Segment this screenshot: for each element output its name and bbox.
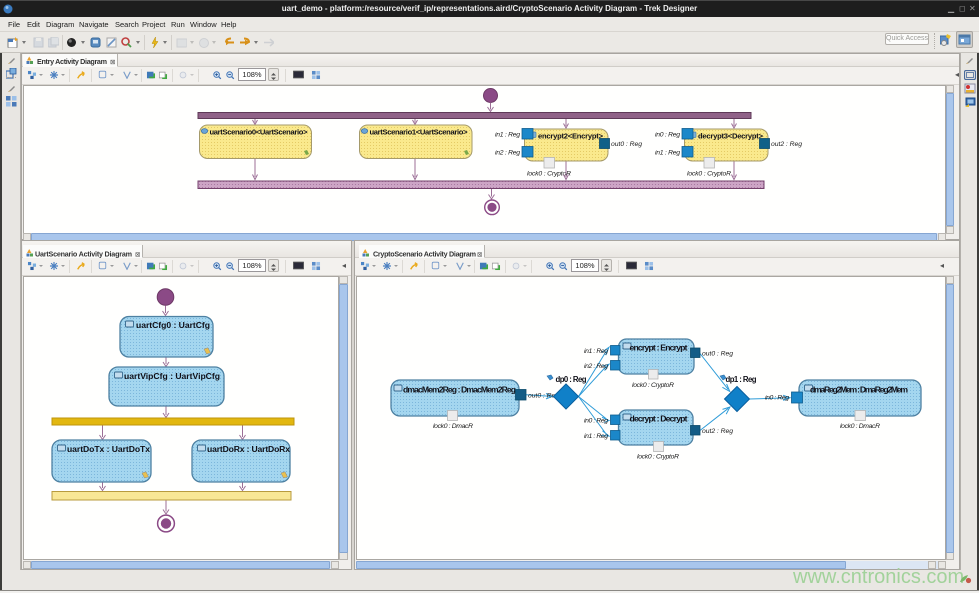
svg-text:uartScenario0<UartScenario>: uartScenario0<UartScenario>: [210, 128, 309, 137]
svg-text:lock0 : DmacR: lock0 : DmacR: [840, 423, 880, 430]
svg-text:decrypt : Decrypt: decrypt : Decrypt: [630, 414, 688, 424]
svg-text:out0 : Reg: out0 : Reg: [702, 351, 733, 358]
svg-text:in1 : Reg: in1 : Reg: [655, 150, 680, 157]
svg-text:encrypt2<Encrypt>: encrypt2<Encrypt>: [538, 132, 604, 141]
svg-text:encrypt : Encrypt: encrypt : Encrypt: [630, 343, 688, 353]
svg-text:dmaReg2Mem : DmaReg2Mem: dmaReg2Mem : DmaReg2Mem: [810, 385, 908, 395]
svg-text:out2 : Reg: out2 : Reg: [702, 428, 733, 435]
svg-text:in2 : Reg: in2 : Reg: [584, 363, 608, 370]
svg-text:uartDoTx : UartDoTx: uartDoTx : UartDoTx: [67, 444, 150, 454]
svg-text:in1 : Reg: in1 : Reg: [495, 132, 520, 139]
svg-text:⊠: ⊠: [110, 59, 116, 66]
svg-text:lock0 : CryptoR: lock0 : CryptoR: [632, 382, 674, 389]
svg-text:out0 : Reg: out0 : Reg: [611, 141, 642, 148]
svg-text:uartDoRx : UartDoRx: uartDoRx : UartDoRx: [207, 444, 290, 454]
svg-text:out2 : Reg: out2 : Reg: [771, 141, 802, 148]
svg-text:decrypt3<Decrypt>: decrypt3<Decrypt>: [698, 132, 764, 141]
svg-text:in0 : Reg: in0 : Reg: [584, 418, 608, 425]
svg-text:Entry Activity Diagram: Entry Activity Diagram: [37, 57, 107, 66]
svg-text:dp0 : Reg: dp0 : Reg: [556, 375, 587, 384]
svg-text:uartVipCfg : UartVipCfg: uartVipCfg : UartVipCfg: [124, 371, 220, 381]
svg-text:in1 : Reg: in1 : Reg: [584, 348, 608, 355]
svg-text:in0 : Reg: in0 : Reg: [765, 395, 789, 402]
svg-text:in2 : Reg: in2 : Reg: [495, 150, 520, 157]
svg-text:dmacMem2Reg : DmacMem2Reg: dmacMem2Reg : DmacMem2Reg: [403, 385, 516, 395]
svg-text:lock0 : CryptoR: lock0 : CryptoR: [637, 454, 679, 461]
svg-text:lock0 : DmacR: lock0 : DmacR: [433, 423, 473, 430]
svg-text:in0 : Reg: in0 : Reg: [655, 132, 680, 139]
svg-text:lock0 : CryptoR: lock0 : CryptoR: [687, 171, 731, 178]
svg-text:uartScenario1<UartScenario>: uartScenario1<UartScenario>: [370, 128, 469, 137]
svg-text:dp1 : Reg: dp1 : Reg: [726, 375, 757, 384]
svg-text:in1 : Reg: in1 : Reg: [584, 433, 608, 440]
svg-text:uartCfg0 : UartCfg: uartCfg0 : UartCfg: [136, 320, 210, 330]
